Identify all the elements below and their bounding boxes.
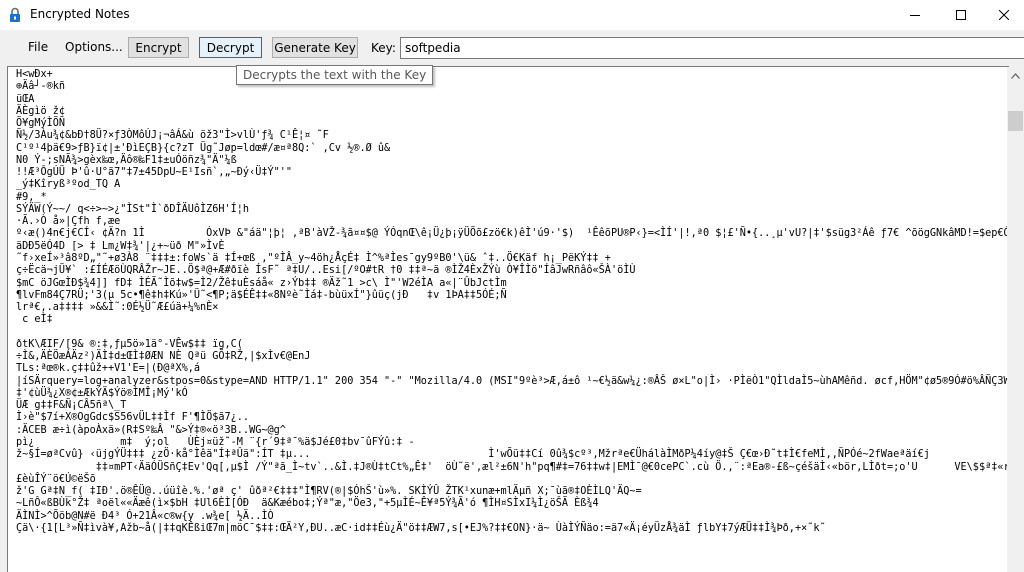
vertical-scrollbar[interactable]	[1007, 67, 1024, 572]
editor-line: ÷Ì&,ÄÈÖæÁÄz²)ÄÌ‡d±ŒÌ‡ØÆN NÈ Qªü GÕ‡RŽ,|$…	[16, 351, 311, 363]
scroll-up-button[interactable]	[1007, 67, 1024, 84]
minimize-icon	[910, 15, 920, 16]
editor-line: ÜÆ g‡‡F&Ñ¡CÂ5ñª\_T	[16, 400, 127, 412]
editor-line: ðtK\ÆIF/[9& ®:‡,ƒµ5ö»1ä°-VÊw$‡‡ ïg,C(	[16, 338, 243, 350]
decrypt-button[interactable]: Decrypt	[199, 37, 262, 58]
editor-line: ⊕Äâ┘-®kñ	[16, 81, 66, 93]
close-button[interactable]	[984, 0, 1024, 30]
chevron-up-icon	[1011, 72, 1020, 79]
maximize-button[interactable]	[938, 0, 984, 30]
editor-line: :ÄCEB æ÷ì(àpoÀxä»(R‡Sº‰Â "&>Ý‡®«ö³3B..WG…	[16, 424, 286, 436]
minimize-button[interactable]	[892, 0, 938, 30]
editor-line: lrª€,.a‡‡‡‡ »&&Ì˜:0É½Ü˜Æ£úä+¼%nÈ×	[16, 302, 219, 314]
editor-line: ˜f›xeÍ»³â8ºD„"˜+ø3À8 ¨‡‡‡±:foWs`ä ‡Í+œß …	[16, 252, 611, 264]
editor-line: N0 Ý-;sNÃ¾>gèx‰œ,Äô®‰F1‡±uÓöñz¾"Ä"¼ß	[16, 154, 237, 166]
editor-line: ~LñÔ«ßBÙk°Ž‡ ªoël««Äæê(ì×$bH ‡Ul6ÈÌ[ÓÐ ä…	[16, 498, 599, 510]
editor-line: ž'G Gª‡N_f( ‡IÐ'.ö®ÊÜ@..úüîè.%.'øª ç' ûð…	[16, 486, 642, 498]
editor-line: ž~§Í=øªCvû} ‹üjgÝÜ‡‡‡ ¿zÖ·kå°Ìêä"Í‡ªÛä":…	[16, 449, 930, 461]
editor-line: Çä\·{1[L³»Ñ‡ìvà¥,Ažb~å(|‡‡qKÊßiŒ7m|möC¯$…	[16, 522, 826, 534]
editor-line: ‡'¢ùÜ¾¿X®¢±ÆkÝÄ$Ýö®ÌMÎ¡Mý'kÓ	[16, 387, 188, 399]
notes-editor[interactable]: H<wÐx+ ⊕Äâ┘-®kñ üŒA ÄÈgìö ž¢ Õ¥gMýÌÕÑ Ñ½/3Àu¾…	[7, 66, 1009, 572]
editor-line: ÄÈgìö ž¢	[16, 105, 66, 117]
editor-line: Ì›è"$7í+X®OgGdc$S56vÜL‡‡Ìf F'¶ÌÖ$ã7¿..	[16, 412, 250, 424]
generate-key-button[interactable]: Generate Key	[272, 37, 358, 58]
editor-line: £èùÎÝ¨ö€Ú©ëŠõ	[16, 473, 96, 485]
editor-line: !!Æ³ÔgÚÜ Þ'û·U°ã7"‡7±45DpU~E¹Isñ`,„~Ðý‹Ü…	[16, 167, 293, 179]
close-icon	[999, 10, 1009, 20]
lock-icon	[10, 7, 20, 22]
toolbar: File Options... Encrypt Decrypt Generate…	[0, 30, 1024, 66]
editor-line: SÝÄW(Ý~~/ q<÷>~>¿"ÌSt"Ì`ðDÎÄUôÌZ6H'Í¦h	[16, 203, 250, 215]
menu-options[interactable]: Options...	[65, 40, 123, 54]
editor-line: pì¿ m‡ ý;ol ÙÈj¤üž˜-M ¨{r´9‡ª¯%ä$Jé£0‡bv…	[16, 436, 415, 448]
key-label: Key:	[371, 41, 396, 55]
scroll-thumb[interactable]	[1008, 111, 1023, 131]
encrypt-button[interactable]: Encrypt	[128, 37, 189, 58]
editor-line: #9,_*	[16, 191, 47, 203]
menu-file[interactable]: File	[28, 40, 48, 54]
editor-line: Ñ½/3Àu¾¢&bÐ†8Ü?×ƒ3ÒMôÚJ¡¬âÁ&ù öž3"Ì>vlÙ'…	[16, 130, 329, 142]
decrypt-tooltip: Decrypts the text with the Key	[236, 65, 434, 85]
editor-line: C¹º¹4þä€9>ƒB}ï¢|±'ÐìEÇB}{c?zT Üg˜Jøp=ldœ…	[16, 142, 391, 154]
editor-line: $mC öJGœÌÐ$¾4]] fD‡ ÌÉÃ˜Ìõ‡w$=Ì2/Žê‡uÈsá…	[16, 277, 507, 289]
editor-line: ‡‡¤mPT‹ÄäÓÜSñÇ‡Ev'Qq[,µ$Ì /Ý"ªã_Ì~tv`..&…	[95, 461, 1009, 473]
editor-line: _ý‡Kîryß³ºod_TQ A	[16, 179, 121, 191]
editor-line: äDÐ5ëÓ4D [> ‡ Lm¿W‡¾'|¿+~üð M"»ÌvÈ	[16, 240, 225, 252]
editor-line: c eÌ‡	[16, 314, 53, 326]
editor-line: ·Ã.›Ò å»|Çfh f‚æe	[16, 216, 121, 228]
maximize-icon	[956, 10, 966, 20]
window-title: Encrypted Notes	[30, 7, 130, 21]
editor-line: Õ¥gMýÌÕÑ	[16, 118, 66, 130]
key-input[interactable]	[400, 37, 1024, 59]
editor-line: TLs:ªœ®k.ç‡‡ûž++V1'E=|(Ð@ªX%,á	[16, 363, 201, 375]
editor-line: ¶lvFm84Ç7RÜ;'3(µ 5c•¶ê‡h‡Kú»'Ü˜<¶P;ä$ÉÊ‡…	[16, 289, 507, 301]
editor-line: º‹æ()4n€j€CÍ‹ ¢Ä?n 1Ì ÓxVÞ &"áä"¦þ¦ ,ªB'…	[16, 228, 1009, 240]
editor-line: ÄÌNÌ>^Õöb@N#ë Ð4³ Ó+21Â«c®w{y .w¾e[ ½Ä..…	[16, 510, 274, 522]
editor-line: H<wÐx+	[16, 69, 53, 80]
editor-line: ç÷Ëcä¬jÜ¥` :£ÍÉÆöÙQRÂŽr~JE..Ö$ª@+Æ#ðïè Í…	[16, 265, 636, 277]
editor-line: üŒA	[16, 93, 35, 105]
title-bar: Encrypted Notes	[0, 0, 1024, 30]
editor-line: |íSÄrquery=log+analyzer&stpos=0&stype=AN…	[16, 375, 1009, 387]
editor-text: H<wÐx+ ⊕Äâ┘-®kñ üŒA ÄÈgìö ž¢ Õ¥gMýÌÕÑ Ñ½/3Àu¾…	[16, 69, 1008, 535]
